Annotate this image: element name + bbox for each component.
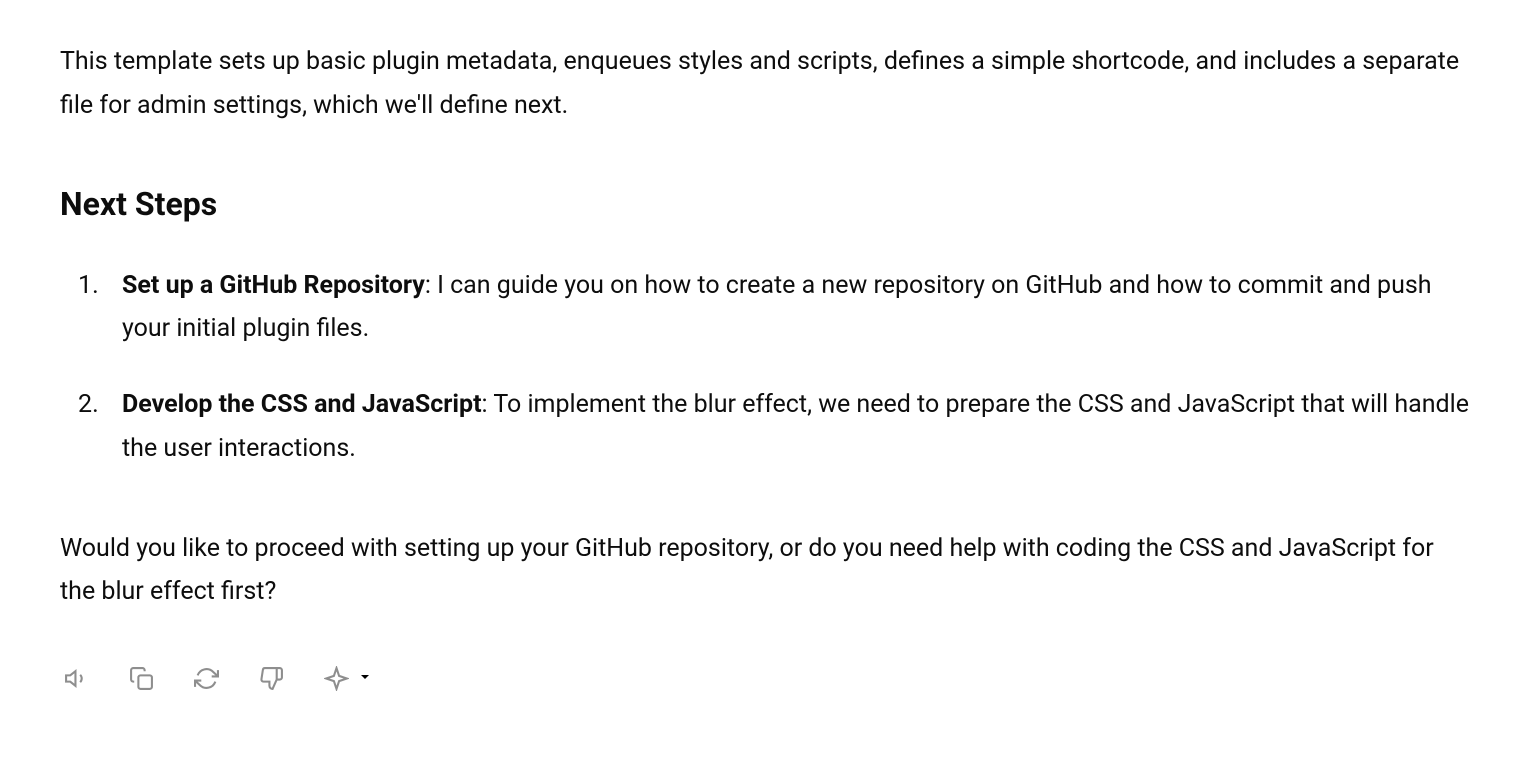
thumbs-down-icon [259, 666, 284, 694]
copy-button[interactable] [125, 662, 158, 698]
sparkle-icon [324, 666, 349, 694]
list-item: Develop the CSS and JavaScript: To imple… [60, 383, 1472, 471]
thumbs-down-button[interactable] [255, 662, 288, 698]
closing-paragraph: Would you like to proceed with setting u… [60, 527, 1472, 615]
intro-paragraph: This template sets up basic plugin metad… [60, 40, 1472, 128]
list-item: Set up a GitHub Repository: I can guide … [60, 264, 1472, 352]
step-title: Develop the CSS and JavaScript [122, 390, 482, 419]
sparkle-menu[interactable] [320, 662, 373, 698]
next-steps-heading: Next Steps [60, 176, 1472, 232]
chevron-down-icon [357, 666, 373, 694]
regenerate-button[interactable] [190, 662, 223, 698]
speaker-button[interactable] [60, 662, 93, 698]
action-bar [60, 662, 1472, 698]
sparkle-button[interactable] [320, 662, 353, 698]
refresh-icon [194, 666, 219, 694]
step-title: Set up a GitHub Repository [122, 271, 425, 300]
speaker-icon [64, 666, 89, 694]
copy-icon [129, 666, 154, 694]
steps-list: Set up a GitHub Repository: I can guide … [60, 264, 1472, 471]
